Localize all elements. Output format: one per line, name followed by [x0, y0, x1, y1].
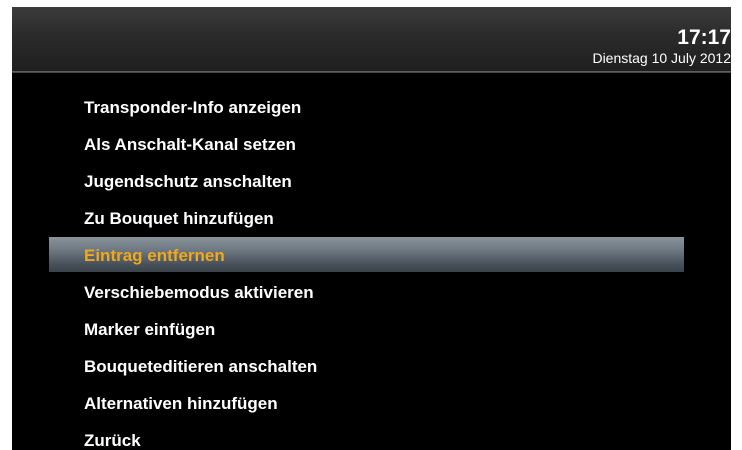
menu-item-label: Eintrag entfernen [84, 246, 225, 265]
header-bar: 17:17 Dienstag 10 July 2012 [12, 7, 731, 71]
menu-item-bouquet-edit[interactable]: Bouqueteditieren anschalten [12, 348, 731, 385]
menu-item-add-to-bouquet[interactable]: Zu Bouquet hinzufügen [12, 200, 731, 237]
menu-item-label: Als Anschalt-Kanal setzen [84, 135, 296, 154]
menu-item-remove-entry[interactable]: Eintrag entfernen [12, 237, 731, 274]
menu-item-add-alternatives[interactable]: Alternativen hinzufügen [12, 385, 731, 422]
menu-item-transponder-info[interactable]: Transponder-Info anzeigen [12, 89, 731, 126]
menu-item-move-mode[interactable]: Verschiebemodus aktivieren [12, 274, 731, 311]
menu-item-label: Zurück [84, 431, 141, 450]
clock-date: Dienstag 10 July 2012 [592, 50, 731, 66]
tv-screen: 17:17 Dienstag 10 July 2012 Transponder-… [12, 7, 731, 450]
header-divider [12, 71, 731, 73]
menu-item-label: Bouqueteditieren anschalten [84, 357, 318, 376]
menu-item-insert-marker[interactable]: Marker einfügen [12, 311, 731, 348]
menu-item-label: Verschiebemodus aktivieren [84, 283, 314, 302]
menu-item-label: Zu Bouquet hinzufügen [84, 209, 274, 228]
menu-item-parental-control[interactable]: Jugendschutz anschalten [12, 163, 731, 200]
menu-item-back[interactable]: Zurück [12, 422, 731, 450]
menu-item-label: Marker einfügen [84, 320, 216, 339]
menu-item-label: Transponder-Info anzeigen [84, 98, 302, 117]
menu-item-label: Alternativen hinzufügen [84, 394, 278, 413]
clock-time: 17:17 [677, 26, 731, 49]
context-menu: Transponder-Info anzeigen Als Anschalt-K… [12, 89, 731, 450]
menu-item-label: Jugendschutz anschalten [84, 172, 292, 191]
menu-item-startup-channel[interactable]: Als Anschalt-Kanal setzen [12, 126, 731, 163]
